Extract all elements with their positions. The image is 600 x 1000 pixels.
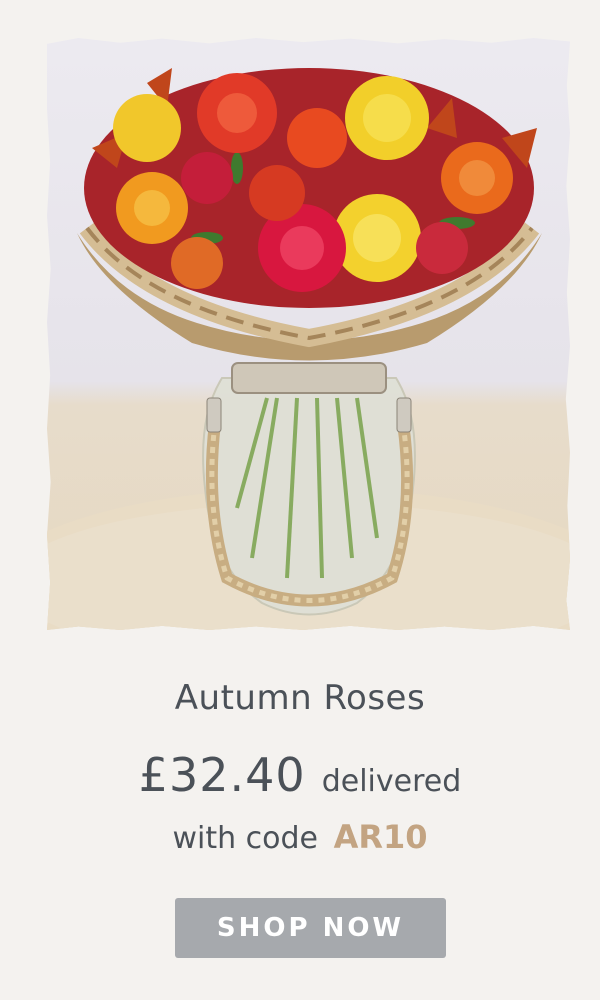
product-image[interactable] <box>47 38 570 630</box>
promo-code: AR10 <box>333 818 428 856</box>
product-title: Autumn Roses <box>174 678 426 718</box>
promo-code-line: with code AR10 <box>0 818 600 856</box>
price-line: £32.40 delivered <box>0 748 600 802</box>
promo-code-prefix: with code <box>172 821 319 856</box>
shop-now-button[interactable]: SHOP NOW <box>175 898 446 958</box>
price-suffix: delivered <box>321 764 462 799</box>
price: £32.40 <box>138 748 306 802</box>
bouquet-illustration <box>47 68 570 630</box>
